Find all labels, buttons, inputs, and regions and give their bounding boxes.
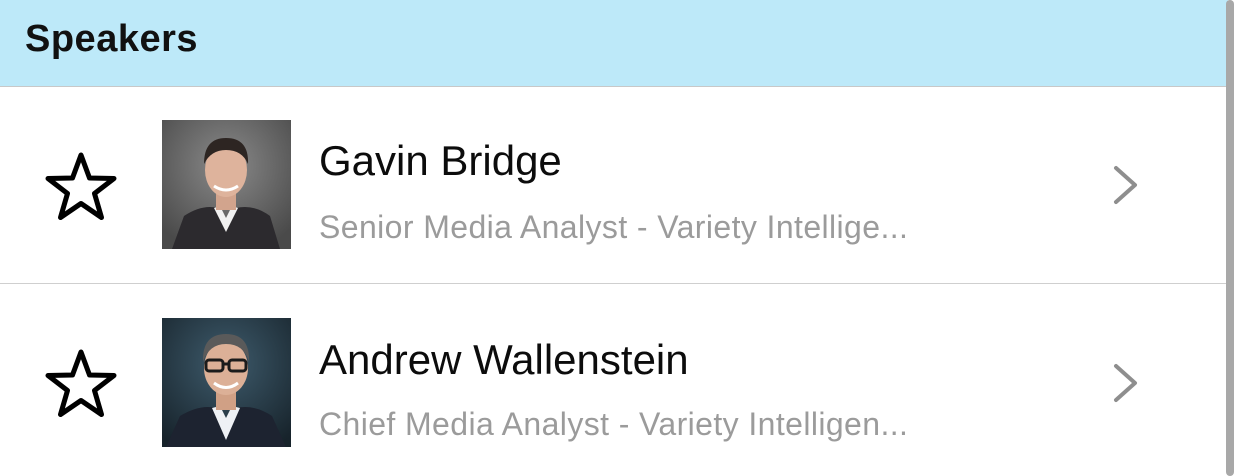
section-header: Speakers xyxy=(0,0,1228,87)
avatar xyxy=(162,120,291,249)
speaker-title: Senior Media Analyst - Variety Intellige… xyxy=(319,209,909,245)
speaker-row[interactable]: Andrew Wallenstein Chief Media Analyst -… xyxy=(0,285,1228,476)
star-outline-icon[interactable] xyxy=(44,348,118,420)
speaker-name: Andrew Wallenstein xyxy=(319,336,689,383)
chevron-right-icon xyxy=(1114,166,1137,204)
scrollbar[interactable] xyxy=(1226,0,1234,476)
chevron-right-icon xyxy=(1114,364,1137,402)
speaker-title: Chief Media Analyst - Variety Intelligen… xyxy=(319,406,909,442)
speakers-screen: Speakers Gavin Bridge Senior Media Analy… xyxy=(0,0,1242,476)
right-gutter xyxy=(1234,0,1242,476)
section-title: Speakers xyxy=(25,18,199,60)
speaker-row[interactable]: Gavin Bridge Senior Media Analyst - Vari… xyxy=(0,87,1228,284)
row-divider xyxy=(0,283,1228,284)
star-outline-icon[interactable] xyxy=(44,151,118,223)
speaker-name: Gavin Bridge xyxy=(319,137,562,184)
avatar xyxy=(162,318,291,447)
